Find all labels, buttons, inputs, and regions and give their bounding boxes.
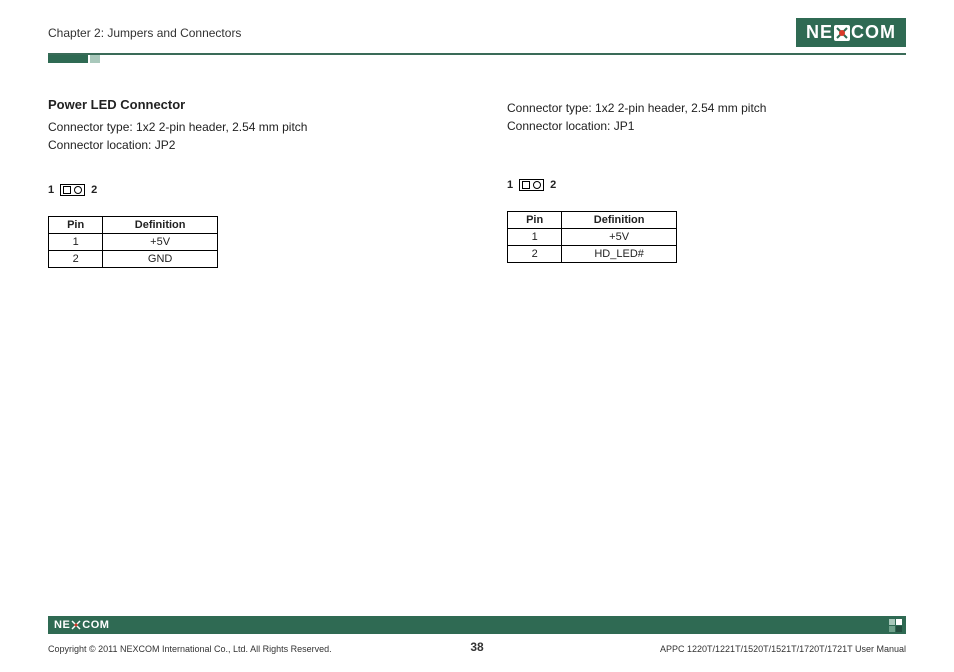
manual-name: APPC 1220T/1221T/1520T/1521T/1720T/1721T… [660, 644, 906, 654]
chapter-title: Chapter 2: Jumpers and Connectors [48, 26, 241, 40]
cell-pin: 1 [508, 229, 562, 246]
th-def: Definition [562, 212, 677, 229]
table-row: 1 +5V [49, 234, 218, 251]
logo-text-right: COM [851, 22, 896, 43]
logo-dot-icon [839, 30, 845, 36]
connector-title-left: Power LED Connector [48, 97, 447, 112]
page-number: 38 [470, 640, 483, 654]
table-row: 2 HD_LED# [508, 246, 677, 263]
th-def: Definition [103, 217, 218, 234]
pin-header-icon [519, 179, 544, 191]
pin-square-icon [522, 181, 530, 189]
footer-logo: NE COM [54, 619, 109, 631]
cell-def: +5V [103, 234, 218, 251]
table-row: 1 +5V [508, 229, 677, 246]
connector-location-left: Connector location: JP2 [48, 136, 447, 154]
logo-x-icon [834, 25, 850, 41]
connector-type-right: Connector type: 1x2 2-pin header, 2.54 m… [507, 99, 906, 117]
footer: NE COM Copyright © 2011 NEXCOM Internati… [48, 616, 906, 654]
cell-def: HD_LED# [562, 246, 677, 263]
cell-pin: 1 [49, 234, 103, 251]
pin-circle-icon [533, 181, 541, 189]
pin-square-icon [63, 186, 71, 194]
table-row: 2 GND [49, 251, 218, 268]
connector-desc-left: Connector type: 1x2 2-pin header, 2.54 m… [48, 118, 447, 154]
copyright-text: Copyright © 2011 NEXCOM International Co… [48, 644, 332, 654]
pin-label-2: 2 [91, 184, 97, 196]
accent-bar [48, 55, 906, 63]
pin-circle-icon [74, 186, 82, 194]
pin-header-icon [60, 184, 85, 196]
cell-def: +5V [562, 229, 677, 246]
footer-text-row: Copyright © 2011 NEXCOM International Co… [48, 636, 906, 654]
pin-label-1: 1 [507, 179, 513, 191]
footer-bar: NE COM [48, 616, 906, 634]
pin-table-right: Pin Definition 1 +5V 2 HD_LED# [507, 211, 677, 263]
pin-diagram-left: 1 2 [48, 184, 447, 196]
right-column: Connector type: 1x2 2-pin header, 2.54 m… [507, 97, 906, 268]
th-pin: Pin [49, 217, 103, 234]
footer-logo-left: NE [54, 619, 70, 631]
th-pin: Pin [508, 212, 562, 229]
footer-logo-right: COM [82, 619, 109, 631]
pin-label-1: 1 [48, 184, 54, 196]
pin-table-left: Pin Definition 1 +5V 2 GND [48, 216, 218, 268]
header-row: Chapter 2: Jumpers and Connectors NE COM [48, 18, 906, 55]
logo-text-left: NE [806, 22, 833, 43]
nexcom-logo: NE COM [796, 18, 906, 47]
cell-def: GND [103, 251, 218, 268]
pin-diagram-right: 1 2 [507, 179, 906, 191]
connector-type-left: Connector type: 1x2 2-pin header, 2.54 m… [48, 118, 447, 136]
pin-label-2: 2 [550, 179, 556, 191]
cell-pin: 2 [508, 246, 562, 263]
left-column: Power LED Connector Connector type: 1x2 … [48, 97, 447, 268]
footer-mark-icon [889, 619, 902, 632]
cell-pin: 2 [49, 251, 103, 268]
footer-x-icon [71, 620, 81, 630]
connector-desc-right: Connector type: 1x2 2-pin header, 2.54 m… [507, 99, 906, 135]
connector-location-right: Connector location: JP1 [507, 117, 906, 135]
